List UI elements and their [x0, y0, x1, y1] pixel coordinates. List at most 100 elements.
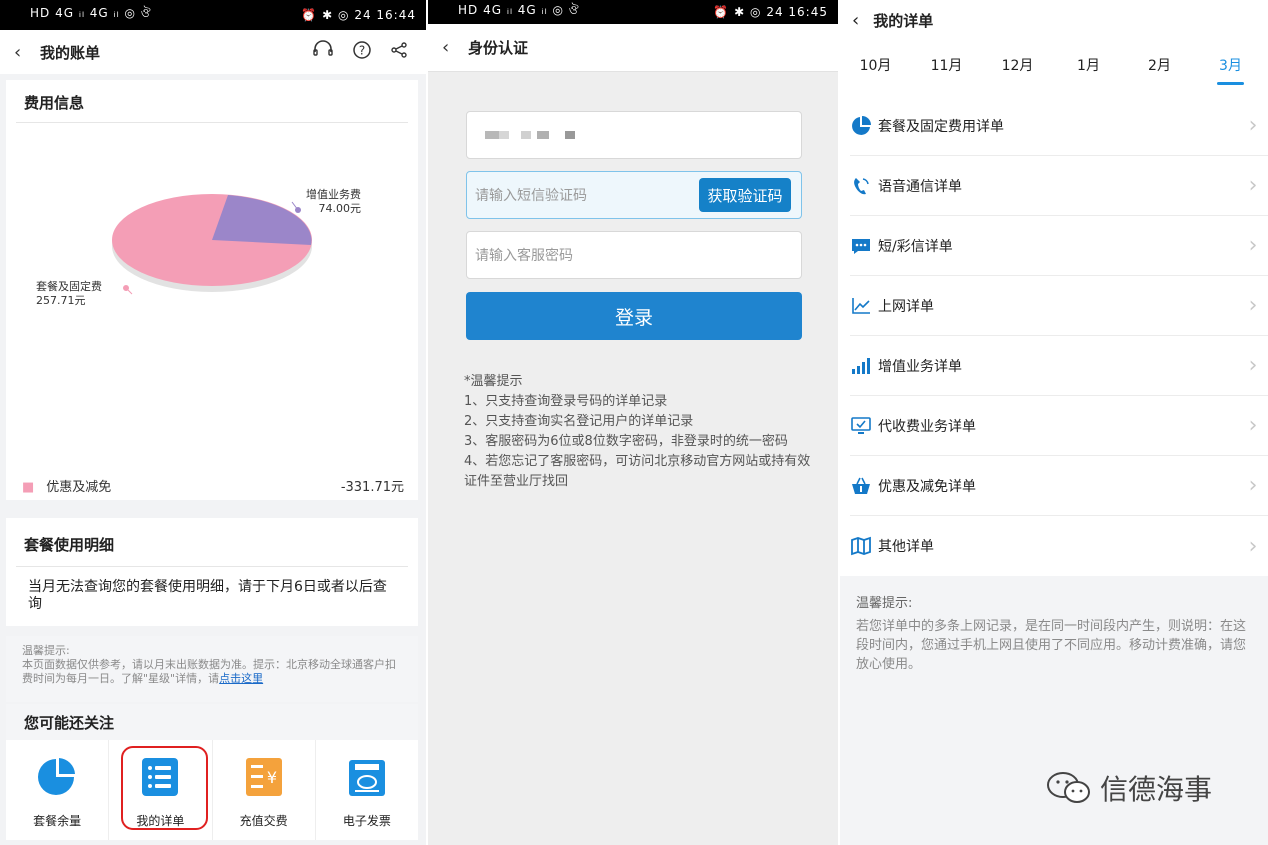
tab-month-11[interactable]: 11月: [911, 55, 982, 87]
chevron-right-icon: ›: [1248, 293, 1258, 318]
discount-label: 优惠及减免: [46, 480, 112, 495]
list-item-discount[interactable]: 优惠及减免详单 ›: [850, 456, 1268, 516]
list-item-package-fee[interactable]: 套餐及固定费用详单 ›: [850, 96, 1268, 156]
tab-month-12[interactable]: 12月: [982, 55, 1053, 87]
recharge-icon: ¥: [245, 758, 282, 796]
tab-month-10[interactable]: 10月: [840, 55, 911, 87]
monitor-icon: [850, 415, 872, 437]
chevron-right-icon: ›: [1248, 173, 1258, 198]
list-item-label: 优惠及减免详单: [878, 478, 976, 495]
details-tip-title: 温馨提示:: [856, 596, 913, 611]
status-left: HD 4G ᵢₗ 4G ᵢₗ ◎ ঔ: [30, 6, 152, 20]
help-icon[interactable]: ?: [352, 40, 372, 65]
detail-list: 套餐及固定费用详单 › 语音通信详单 › 短/彩信详单 › 上网详单 › 增值业…: [840, 96, 1268, 576]
list-item-label: 代收费业务详单: [878, 418, 976, 435]
vas-value: 74.00元: [318, 202, 362, 215]
shortcut-grid: 套餐余量 我的详单 ¥ 充值交费 电子发票: [6, 740, 418, 840]
chevron-right-icon: ›: [1248, 413, 1258, 438]
list-item-sms[interactable]: 短/彩信详单 ›: [850, 216, 1268, 276]
click-here-link[interactable]: 点击这里: [219, 672, 263, 685]
details-title-bar: ‹ 我的详单: [852, 10, 933, 31]
list-item-label: 套餐及固定费用详单: [878, 118, 1004, 135]
get-code-button[interactable]: 获取验证码: [699, 178, 791, 212]
chevron-right-icon: ›: [1248, 353, 1258, 378]
shortcut-label: 电子发票: [342, 814, 391, 828]
wechat-logo-icon: [1047, 772, 1090, 803]
bill-tip-text: 本页面数据仅供参考，请以月末出账数据为准。提示：北京移动全球通客户扣费时间为每月…: [22, 658, 396, 685]
list-item-collection[interactable]: 代收费业务详单 ›: [850, 396, 1268, 456]
list-item-voice[interactable]: 语音通信详单 ›: [850, 156, 1268, 216]
nav-bar: ‹ 我的账单 ?: [0, 30, 426, 74]
tab-month-1[interactable]: 1月: [1053, 55, 1124, 87]
watermark-text: 信德海事: [1100, 773, 1213, 806]
page-title: 身份认证: [468, 39, 529, 57]
list-item-label: 语音通信详单: [878, 178, 962, 195]
fee-card: 费用信息 增值业务费 74.00元 套餐及固定费 257.71元 ■ 优惠及减免 …: [6, 80, 418, 500]
chevron-right-icon: ›: [1248, 233, 1258, 258]
status-bar: HD 4G ᵢₗ 4G ᵢₗ ◎ ঔ ⏰ ✱ ◎ 24 16:45: [428, 0, 838, 24]
back-icon[interactable]: ‹: [14, 42, 28, 63]
fee-section-title: 费用信息: [24, 94, 85, 112]
list-item-internet[interactable]: 上网详单 ›: [850, 276, 1268, 336]
tab-month-2[interactable]: 2月: [1124, 55, 1195, 87]
discount-row: ■ 优惠及减免 -331.71元: [22, 476, 404, 495]
shortcut-recharge[interactable]: ¥ 充值交费: [213, 740, 316, 840]
note-item: 3、客服密码为6位或8位数字密码，非登录时的统一密码: [464, 434, 788, 449]
bill-tip-body: 本页面数据仅供参考，请以月末出账数据为准。提示：北京移动全球通客户扣费时间为每月…: [22, 658, 402, 686]
details-header: ‹ 我的详单 10月 11月 12月 1月 2月 3月: [840, 0, 1268, 96]
shortcut-my-details[interactable]: 我的详单: [109, 740, 213, 840]
status-right: ⏰ ✱ ◎ 24 16:45: [713, 5, 828, 19]
red-highlight-box: [121, 746, 208, 830]
status-left: HD 4G ᵢₗ 4G ᵢₗ ◎ ঔ: [458, 3, 580, 17]
shortcut-invoice[interactable]: 电子发票: [316, 740, 418, 840]
sms-code-placeholder: 请输入短信验证码: [475, 188, 587, 204]
shortcut-label: 套餐余量: [33, 814, 82, 828]
details-tip-text: 若您详单中的多条上网记录，是在同一时间段内产生，则说明：在这段时间内，您通过手机…: [856, 619, 1247, 672]
back-icon[interactable]: ‹: [442, 37, 456, 58]
message-icon: [850, 235, 872, 257]
list-item-label: 上网详单: [878, 298, 934, 315]
basket-icon: [850, 475, 872, 497]
package-section-title: 套餐使用明细: [24, 536, 115, 554]
chevron-right-icon: ›: [1248, 113, 1258, 138]
login-button[interactable]: 登录: [466, 292, 802, 340]
password-placeholder: 请输入客服密码: [475, 248, 573, 264]
list-item-label: 短/彩信详单: [878, 238, 953, 255]
package-card: 套餐使用明细 当月无法查询您的套餐使用明细，请于下月6日或者以后查询: [6, 518, 418, 626]
vas-leader-line: [291, 201, 301, 213]
share-icon[interactable]: [390, 41, 408, 64]
tab-month-3[interactable]: 3月: [1195, 55, 1266, 87]
auth-panel: HD 4G ᵢₗ 4G ᵢₗ ◎ ঔ ⏰ ✱ ◎ 24 16:45 ‹ 身份认证…: [428, 0, 838, 845]
discount-value: -331.71元: [340, 480, 404, 495]
shortcut-package-balance[interactable]: 套餐余量: [6, 740, 110, 840]
list-item-value-added[interactable]: 增值业务详单 ›: [850, 336, 1268, 396]
list-item-other[interactable]: 其他详单 ›: [850, 516, 1268, 576]
map-icon: [850, 535, 872, 557]
vas-label-group: 增值业务费 74.00元: [306, 188, 361, 216]
headset-icon[interactable]: [312, 39, 334, 65]
signal-bars-icon: [850, 355, 872, 377]
service-password-input[interactable]: 请输入客服密码: [466, 231, 802, 279]
list-item-label: 增值业务详单: [878, 358, 962, 375]
list-item-label: 其他详单: [878, 539, 934, 555]
chevron-right-icon: ›: [1248, 533, 1258, 559]
details-panel: ‹ 我的详单 10月 11月 12月 1月 2月 3月 套餐及固定费用详单 › …: [840, 0, 1268, 845]
invoice-icon: [348, 760, 385, 796]
package-value: 257.71元: [36, 294, 86, 307]
masked-number: [485, 131, 575, 139]
notes-title: *温馨提示: [464, 374, 523, 389]
chevron-right-icon: ›: [1248, 473, 1258, 498]
note-item: 4、若您忘记了客服密码，可访问北京移动官方网站或持有效证件至营业厅找回: [464, 454, 811, 489]
bill-panel: HD 4G ᵢₗ 4G ᵢₗ ◎ ঔ ⏰ ✱ ◎ 24 16:44 ‹ 我的账单…: [0, 0, 426, 845]
month-tabs: 10月 11月 12月 1月 2月 3月: [840, 55, 1268, 87]
bill-tip-title: 温馨提示:: [22, 644, 70, 657]
phone-number-field[interactable]: [466, 111, 802, 159]
phone-icon: [850, 175, 872, 197]
back-icon[interactable]: ‹: [852, 10, 859, 31]
svg-text:¥: ¥: [267, 768, 277, 787]
follow-title: 您可能还关注: [6, 704, 418, 740]
details-tip: 温馨提示: 若您详单中的多条上网记录，是在同一时间段内产生，则说明：在这段时间内…: [856, 594, 1246, 674]
sms-code-input[interactable]: 请输入短信验证码 获取验证码: [466, 171, 802, 219]
note-item: 2、只支持查询实名登记用户的详单记录: [464, 414, 694, 429]
page-title: 我的详单: [873, 12, 934, 30]
